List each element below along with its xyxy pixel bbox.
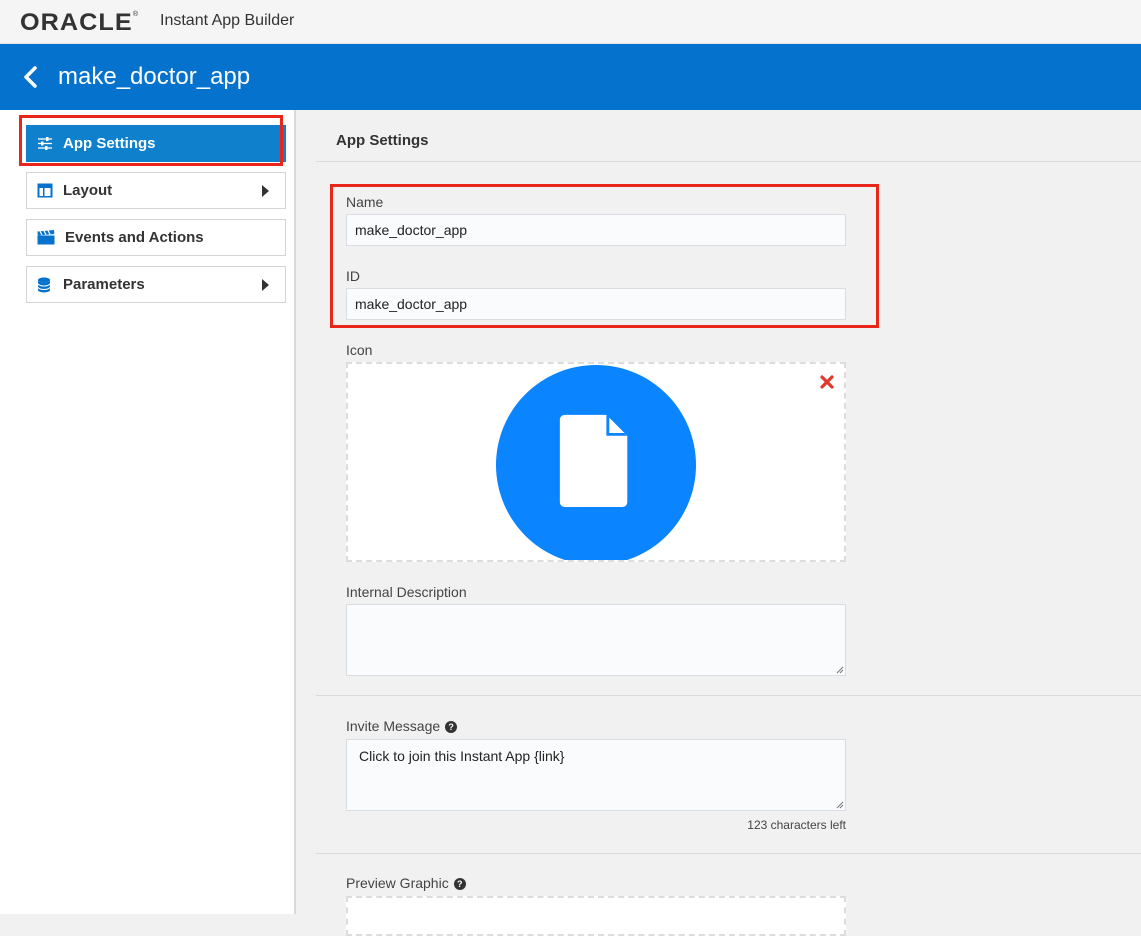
delete-icon[interactable] xyxy=(820,375,834,389)
name-label: Name xyxy=(346,194,384,210)
sidebar-item-events-and-actions[interactable]: Events and Actions xyxy=(26,219,286,256)
help-icon[interactable]: ? xyxy=(453,878,466,890)
sidebar-item-label: App Settings xyxy=(63,135,156,152)
characters-left: 123 characters left xyxy=(747,818,846,832)
icon-label: Icon xyxy=(346,342,373,358)
internal-description-label: Internal Description xyxy=(346,584,467,600)
preview-graphic-label: Preview Graphic? xyxy=(346,875,466,891)
page-title: App Settings xyxy=(336,132,429,149)
database-icon xyxy=(37,277,51,293)
clapperboard-icon xyxy=(37,230,55,245)
product-name: Instant App Builder xyxy=(160,12,295,29)
invite-message-field[interactable]: Click to join this Instant App {link} xyxy=(346,739,846,811)
sliders-icon xyxy=(38,137,52,150)
app-icon-preview xyxy=(496,365,696,560)
app-title: make_doctor_app xyxy=(58,63,251,90)
sidebar-item-label: Parameters xyxy=(63,276,145,293)
layout-icon xyxy=(37,183,53,198)
app-title-bar: make_doctor_app xyxy=(0,44,1141,110)
id-label: ID xyxy=(346,268,360,284)
sidebar-item-parameters[interactable]: Parameters xyxy=(26,266,286,303)
icon-upload-area[interactable] xyxy=(346,362,846,562)
sidebar: App Settings Layout Events and Actions P… xyxy=(0,110,296,914)
document-icon xyxy=(559,414,628,508)
sidebar-item-layout[interactable]: Layout xyxy=(26,172,286,209)
app-settings-panel: App Settings Name ID Icon Internal Descr… xyxy=(298,110,1141,936)
caret-right-icon xyxy=(262,279,269,291)
sidebar-item-app-settings[interactable]: App Settings xyxy=(26,125,286,162)
divider xyxy=(316,853,1141,854)
divider xyxy=(316,695,1141,696)
sidebar-item-label: Events and Actions xyxy=(65,229,204,246)
caret-right-icon xyxy=(262,185,269,197)
top-bar: ORACLE® Instant App Builder xyxy=(0,0,1141,44)
resize-grip-icon[interactable] xyxy=(836,801,844,809)
resize-grip-icon[interactable] xyxy=(836,666,844,674)
name-field[interactable] xyxy=(346,214,846,246)
oracle-logo: ORACLE® xyxy=(20,9,140,36)
preview-graphic-upload-area[interactable] xyxy=(346,896,846,936)
sidebar-item-label: Layout xyxy=(63,182,113,199)
id-field[interactable] xyxy=(346,288,846,320)
divider xyxy=(316,161,1141,162)
help-icon[interactable]: ? xyxy=(445,721,458,733)
invite-message-label: Invite Message? xyxy=(346,718,458,734)
internal-description-field[interactable] xyxy=(346,604,846,676)
chevron-left-icon[interactable] xyxy=(20,64,44,90)
